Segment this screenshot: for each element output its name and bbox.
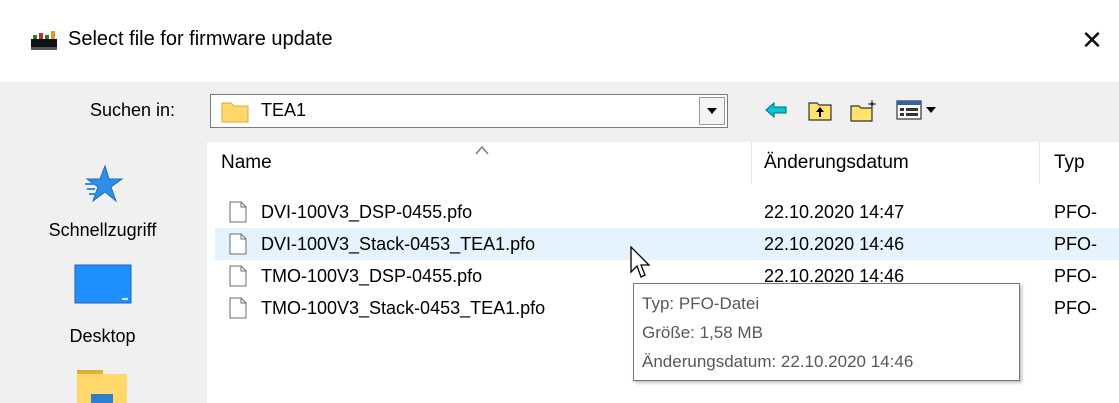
lookin-dropdown-button[interactable] (699, 97, 725, 125)
column-divider[interactable] (751, 142, 752, 184)
up-folder-button[interactable] (806, 96, 834, 124)
file-date: 22.10.2020 14:46 (764, 233, 905, 254)
place-desktop[interactable] (0, 264, 205, 309)
lookin-combobox[interactable]: TEA1 (210, 94, 728, 128)
lookin-value: TEA1 (261, 100, 307, 120)
new-folder-icon (850, 99, 877, 122)
app-icon (31, 31, 57, 50)
tooltip-date: Änderungsdatum: 22.10.2020 14:46 (642, 352, 914, 371)
column-header-date[interactable]: Änderungsdatum (764, 142, 1034, 184)
file-name: TMO-100V3_Stack-0453_TEA1.pfo (261, 297, 546, 318)
file-type: PFO- (1054, 265, 1097, 286)
tooltip-size: Größe: 1,58 MB (642, 323, 763, 342)
file-name: TMO-100V3_DSP-0455.pfo (261, 265, 483, 286)
back-button[interactable] (762, 96, 790, 124)
file-row[interactable]: DVI-100V3_DSP-0455.pfo 22.10.2020 14:47 … (215, 196, 1119, 228)
new-folder-button[interactable] (850, 96, 878, 124)
file-type: PFO- (1054, 201, 1097, 222)
places-bar: Schnellzugriff Desktop (0, 142, 205, 403)
file-icon (229, 265, 247, 287)
file-tooltip: Typ: PFO-Datei Größe: 1,58 MB Änderungsd… (633, 283, 1020, 381)
star-icon (84, 164, 124, 203)
column-header-name[interactable]: Name (221, 142, 751, 184)
view-menu-button[interactable] (894, 96, 944, 124)
tooltip-type: Typ: PFO-Datei (642, 294, 760, 313)
back-icon (765, 102, 787, 118)
column-header-type[interactable]: Typ (1054, 142, 1119, 184)
place-quick-access[interactable] (0, 164, 205, 209)
mouse-pointer-icon (630, 246, 651, 278)
file-type: PFO- (1054, 297, 1097, 318)
file-icon (229, 233, 247, 255)
title-bar: Select file for firmware update ✕ (0, 0, 1119, 82)
close-button[interactable]: ✕ (1070, 20, 1114, 60)
window-title: Select file for firmware update (68, 28, 333, 50)
file-icon (229, 201, 247, 223)
desktop-icon (74, 264, 131, 304)
file-name: DVI-100V3_Stack-0453_TEA1.pfo (261, 233, 536, 254)
place-quick-access-label: Schnellzugriff (48, 220, 157, 240)
file-icon (229, 297, 247, 319)
folder-icon (221, 102, 249, 123)
view-menu-icon (896, 100, 936, 120)
up-folder-icon (808, 102, 832, 121)
file-dialog: Select file for firmware update ✕ Suchen… (0, 0, 1119, 403)
chevron-down-icon (707, 108, 717, 114)
folder-icon (76, 370, 127, 403)
file-type: PFO- (1054, 233, 1097, 254)
close-icon: ✕ (1081, 24, 1103, 55)
file-name: DVI-100V3_DSP-0455.pfo (261, 201, 473, 222)
place-desktop-label: Desktop (69, 326, 136, 346)
lookin-label: Suchen in: (90, 100, 176, 120)
file-row[interactable]: DVI-100V3_Stack-0453_TEA1.pfo 22.10.2020… (215, 228, 1119, 260)
place-libraries[interactable] (0, 366, 205, 403)
column-divider[interactable] (1039, 142, 1040, 184)
file-date: 22.10.2020 14:47 (764, 201, 905, 222)
